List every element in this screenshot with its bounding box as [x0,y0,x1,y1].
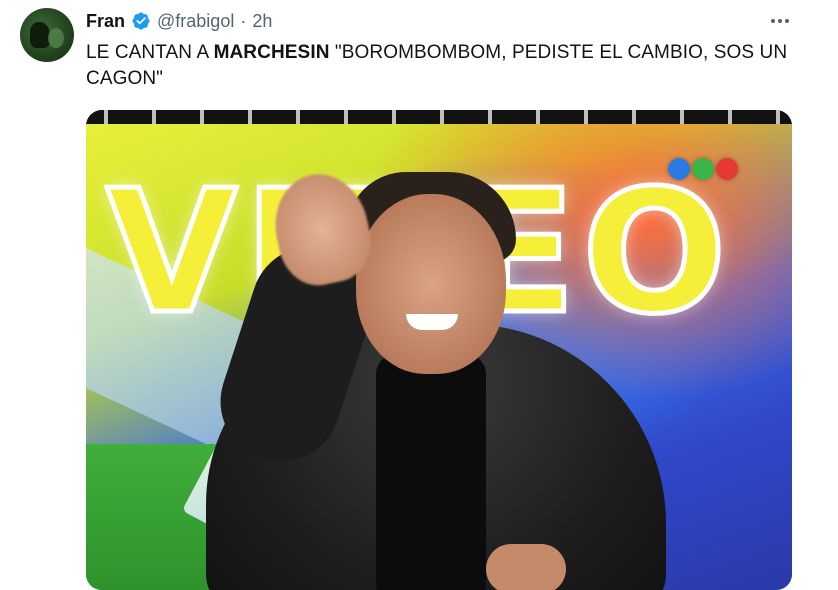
tweet-video[interactable]: VIDEO [86,110,792,590]
avatar-shape [48,28,64,48]
separator-dot: · [240,11,247,31]
tweet-text-bold: MARCHESIN [213,42,330,63]
person-shirt [376,354,486,590]
tweet-header: Fran @frabigol · 2h [86,10,272,32]
logo-circle-red [716,158,738,180]
author-handle[interactable]: @frabigol [157,10,234,32]
avatar[interactable] [20,8,74,62]
person-figure [204,154,686,590]
verified-badge-icon [132,12,150,30]
more-options-icon[interactable] [766,10,794,32]
tweet-text-part: LE CANTAN A [86,42,214,63]
tweet-timestamp[interactable]: 2h [252,10,272,32]
more-dot [785,19,789,23]
avatar-shape [30,22,50,48]
video-scene: VIDEO [86,124,792,590]
more-dot [778,19,782,23]
logo-circle-green [692,158,714,180]
video-top-strip [86,110,792,124]
more-dot [771,19,775,23]
tweet-text: LE CANTAN A MARCHESIN "BOROMBOMBOM, PEDI… [86,40,796,92]
person-smile [406,314,458,330]
person-hand [486,544,566,590]
author-display-name[interactable]: Fran [86,10,125,32]
person-head [356,194,506,374]
